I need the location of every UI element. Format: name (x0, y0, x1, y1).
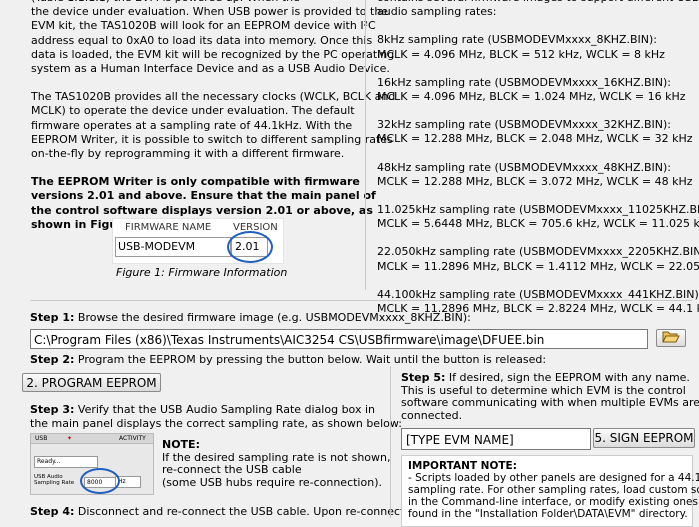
sampling-rate-title: 16kHz sampling rate (USBMODEVMxxxx_16KHZ… (377, 75, 672, 89)
browse-button[interactable] (656, 329, 686, 347)
step3-note-line-2: re-connect the USB cable (162, 463, 302, 476)
step3-note-title: NOTE: (162, 438, 200, 451)
sampling-rate-entry: 16kHz sampling rate (USBMODEVMxxxx_16KHZ… (377, 76, 697, 104)
sampling-rate-entry: 32kHz sampling rate (USBMODEVMxxxx_32KHZ… (377, 118, 697, 146)
text-line: MCLK) to operate the device under evalua… (31, 104, 355, 118)
text-line: the device under evaluation. When USB po… (31, 5, 389, 19)
vertical-divider (365, 0, 366, 290)
step2-text: Program the EEPROM by pressing the butto… (74, 353, 547, 366)
step3-line-2: the main panel displays the correct samp… (30, 417, 402, 431)
step4-text: Disconnect and re-connect the USB cable.… (74, 505, 425, 518)
step3-instruction: Step 3: Verify that the USB Audio Sampli… (30, 403, 402, 431)
text-line: firmware operates at a sampling rate of … (31, 118, 353, 132)
sign-eeprom-button[interactable]: 5. SIGN EEPROM (593, 428, 695, 448)
important-note-line-1: - Scripts loaded by other panels are des… (408, 472, 699, 484)
sampling-rates-list: 8kHz sampling rate (USBMODEVMxxxx_8KHZ.B… (377, 33, 699, 316)
sampling-rate-title: 11.025kHz sampling rate (USBMODEVMxxxx_1… (377, 203, 699, 217)
text-line: on-the-fly by reprogramming it with a di… (31, 147, 345, 161)
firmware-path-input[interactable]: C:\Program Files (x86)\Texas Instruments… (30, 329, 648, 349)
important-note-line-3: in the Command-line interface, or modify… (408, 496, 698, 508)
text-line: The TAS1020B provides all the necessary … (31, 90, 396, 104)
firmware-name-label: FIRMWARE NAME (125, 222, 212, 233)
step3-line-1: Verify that the USB Audio Sampling Rate … (74, 403, 375, 416)
step4-instruction: Step 4: Disconnect and re-connect the US… (30, 505, 425, 519)
step2-instruction: Step 2: Program the EEPROM by pressing t… (30, 353, 546, 367)
step5-instruction: Step 5: If desired, sign the EEPROM with… (401, 371, 699, 422)
sampling-rate-clocks: MCLK = 4.096 MHz, BLCK = 1.024 MHz, WCLK… (377, 90, 686, 104)
sampling-rate-dialog-thumbnail: USB ✦ ACTIVITY Ready... USB Audio Samplin… (30, 433, 154, 495)
sampling-rate-entry: 22.050kHz sampling rate (USBMODEVMxxxx_2… (377, 245, 699, 273)
text-line: audio sampling rates: (377, 5, 497, 19)
sampling-rate-clocks: MCLK = 4.096 MHz, BLCK = 512 kHz, WCLK =… (377, 47, 665, 61)
thumb-usb-audio-label: USB Audio Sampling Rate (34, 474, 75, 486)
sampling-rate-clocks: MCLK = 12.288 MHz, BLCK = 3.072 MHz, WCL… (377, 174, 693, 188)
text-line: the control software displays version 2.… (31, 203, 373, 217)
sampling-rate-title: 32kHz sampling rate (USBMODEVMxxxx_32KHZ… (377, 118, 672, 132)
program-eeprom-button[interactable]: 2. PROGRAM EEPROM (22, 373, 161, 392)
step3-note: NOTE: If the desired sampling rate is no… (162, 438, 391, 489)
clocks-paragraph: The TAS1020B provides all the necessary … (31, 90, 396, 161)
important-note-text: IMPORTANT NOTE: - Scripts loaded by othe… (408, 460, 699, 520)
sampling-rate-title: 48kHz sampling rate (USBMODEVMxxxx_48KHZ… (377, 160, 672, 174)
figure-caption: Figure 1: Firmware Information (116, 266, 288, 279)
step5-line-3: software communicating with when multipl… (401, 396, 699, 409)
step5-divider (390, 366, 391, 518)
thumb-header: USB ✦ ACTIVITY (31, 434, 153, 444)
sampling-rate-entry: 11.025kHz sampling rate (USBMODEVMxxxx_1… (377, 203, 699, 231)
step5-line-1: If desired, sign the EEPROM with any nam… (445, 371, 690, 384)
text-line: address equal to 0xA0 to load its data i… (31, 33, 373, 47)
text-line: The EEPROM Writer is only compatible wit… (31, 175, 360, 189)
important-note-panel: IMPORTANT NOTE: - Scripts loaded by othe… (401, 455, 699, 527)
sampling-rate-clocks: MCLK = 5.6448 MHz, BLCK = 705.6 kHz, WCL… (377, 217, 699, 231)
highlight-circle (80, 468, 120, 494)
sampling-rate-entry: 48kHz sampling rate (USBMODEVMxxxx_48KHZ… (377, 161, 697, 189)
intro-paragraph: (Table 1.1.1.1) the EVM is powered up. W… (31, 0, 395, 76)
rates-intro: contains several firmware images to supp… (377, 0, 699, 19)
step5-line-4: connected. (401, 408, 463, 422)
sampling-rate-title: 8kHz sampling rate (USBMODEVMxxxx_8KHZ.B… (377, 33, 658, 47)
thumb-ready-field: Ready... (34, 456, 98, 468)
text-line: data is loaded, the EVM kit will be reco… (31, 47, 395, 61)
right-sampling-rates-panel: contains several firmware images to supp… (377, 0, 699, 315)
step3-label: Step 3: (30, 403, 75, 416)
firmware-info-figure: FIRMWARE NAME VERSION USB-MODEVM 2.01 (112, 218, 284, 264)
thumb-usb-label: USB (35, 435, 48, 442)
ti-logo-icon: ✦ (67, 435, 73, 442)
important-note-line-2: sampling rate. For other sampling rates,… (408, 484, 699, 496)
step5-label: Step 5: (401, 371, 446, 384)
horizontal-divider (30, 300, 692, 301)
evm-name-input[interactable]: [TYPE EVM NAME] (401, 428, 591, 450)
important-note-line-4: found in the "Installation Folder\DATA\E… (408, 508, 688, 520)
step1-instruction: Step 1: Browse the desired firmware imag… (30, 311, 471, 325)
folder-open-icon (662, 331, 680, 343)
firmware-name-value: USB-MODEVM (115, 237, 231, 257)
sampling-rate-clocks: MCLK = 12.288 MHz, BLCK = 2.048 MHz, WCL… (377, 132, 693, 146)
important-note-title: IMPORTANT NOTE: (408, 460, 517, 472)
text-line: system as a Human Interface Device and a… (31, 62, 390, 76)
step4-label: Step 4: (30, 505, 75, 518)
text-line: versions 2.01 and above. Ensure that the… (31, 189, 376, 203)
text-line: EEPROM Writer, it is possible to switch … (31, 132, 393, 146)
step1-label: Step 1: (30, 311, 75, 324)
thumb-activity-label: ACTIVITY (119, 435, 146, 442)
step3-note-line-3: (some USB hubs require re-connection). (162, 475, 382, 489)
sampling-rate-title: 22.050kHz sampling rate (USBMODEVMxxxx_2… (377, 245, 699, 259)
text-line: EVM kit, the TAS1020B will look for an E… (31, 19, 376, 33)
sampling-rate-entry: 8kHz sampling rate (USBMODEVMxxxx_8KHZ.B… (377, 33, 697, 61)
highlight-circle (227, 231, 273, 263)
sampling-rate-clocks: MCLK = 11.2896 MHz, BLCK = 1.4112 MHz, W… (377, 259, 699, 273)
step1-text: Browse the desired firmware image (e.g. … (74, 311, 471, 324)
step2-label: Step 2: (30, 353, 75, 366)
